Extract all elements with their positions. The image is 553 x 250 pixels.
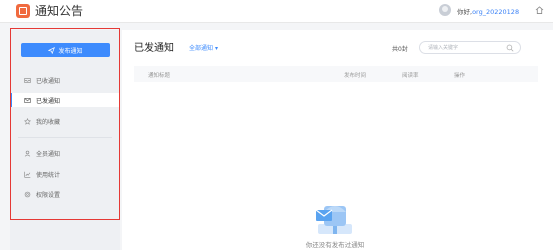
total-count: 共0封 xyxy=(392,46,408,53)
home-icon[interactable] xyxy=(535,6,544,14)
sidebar-item-sent[interactable]: 已发通知 xyxy=(10,93,120,107)
sidebar-item-favorites[interactable]: 我的收藏 xyxy=(10,114,120,128)
send-icon xyxy=(48,46,56,54)
table-header: 通知标题 发布时间 阅读率 操作 xyxy=(134,66,538,82)
app-title: 通知公告 xyxy=(35,4,84,18)
user-greeting[interactable]: 你好,org_20220128 xyxy=(457,6,519,16)
inbox-icon xyxy=(24,77,31,83)
sidebar-item-label: 全员通知 xyxy=(36,150,61,158)
column-header-time: 发布时间 xyxy=(344,73,367,79)
sidebar-item-statistics[interactable]: 使用统计 xyxy=(10,167,120,181)
sidebar-divider xyxy=(18,137,112,138)
top-bar: 通知公告 你好,org_20220128 xyxy=(0,0,553,23)
column-header-read-rate: 阅读率 xyxy=(402,73,419,79)
column-header-actions: 操作 xyxy=(454,73,466,79)
search-icon[interactable] xyxy=(506,44,514,52)
sidebar-item-label: 已发通知 xyxy=(36,97,61,105)
publish-label: 发布通知 xyxy=(58,47,83,55)
column-header-title: 通知标题 xyxy=(148,73,171,79)
empty-state-text: 你还没有发布过通知 xyxy=(305,241,365,249)
sidebar-item-label: 权限设置 xyxy=(36,191,61,199)
greeting-prefix: 你好, xyxy=(457,8,473,16)
search-box[interactable] xyxy=(419,41,521,54)
sidebar-item-label: 已收通知 xyxy=(36,77,61,85)
chevron-down-icon: ▾ xyxy=(214,45,218,52)
notice-logo-icon xyxy=(16,4,30,18)
sidebar-item-all-staff[interactable]: 全员通知 xyxy=(10,146,120,160)
empty-mailbox-icon xyxy=(315,206,352,234)
publish-notice-button[interactable]: 发布通知 xyxy=(21,43,110,57)
avatar[interactable] xyxy=(439,4,451,16)
sidebar-item-label: 我的收藏 xyxy=(36,118,61,126)
search-input[interactable] xyxy=(428,44,504,52)
username[interactable]: org_20220128 xyxy=(472,8,519,16)
main-panel: 已发通知 全部通知 ▾ 共0封 通知标题 发布时间 阅读率 操作 你还没有发布过… xyxy=(122,30,553,250)
filter-label: 全部通知 xyxy=(189,45,214,52)
star-icon xyxy=(24,117,31,125)
chart-icon xyxy=(24,171,31,178)
broadcast-icon xyxy=(24,150,31,157)
sidebar-item-label: 使用统计 xyxy=(36,171,61,179)
sidebar-item-received[interactable]: 已收通知 xyxy=(10,73,120,87)
page-title: 已发通知 xyxy=(134,43,174,54)
sent-icon xyxy=(24,97,31,103)
notice-filter-dropdown[interactable]: 全部通知 ▾ xyxy=(189,43,218,52)
settings-icon xyxy=(24,191,31,197)
sidebar-item-permissions[interactable]: 权限设置 xyxy=(10,187,120,201)
sidebar: 发布通知 已收通知 已发通知 我的收藏 全员通知 使用统计 权限设置 xyxy=(10,30,120,250)
